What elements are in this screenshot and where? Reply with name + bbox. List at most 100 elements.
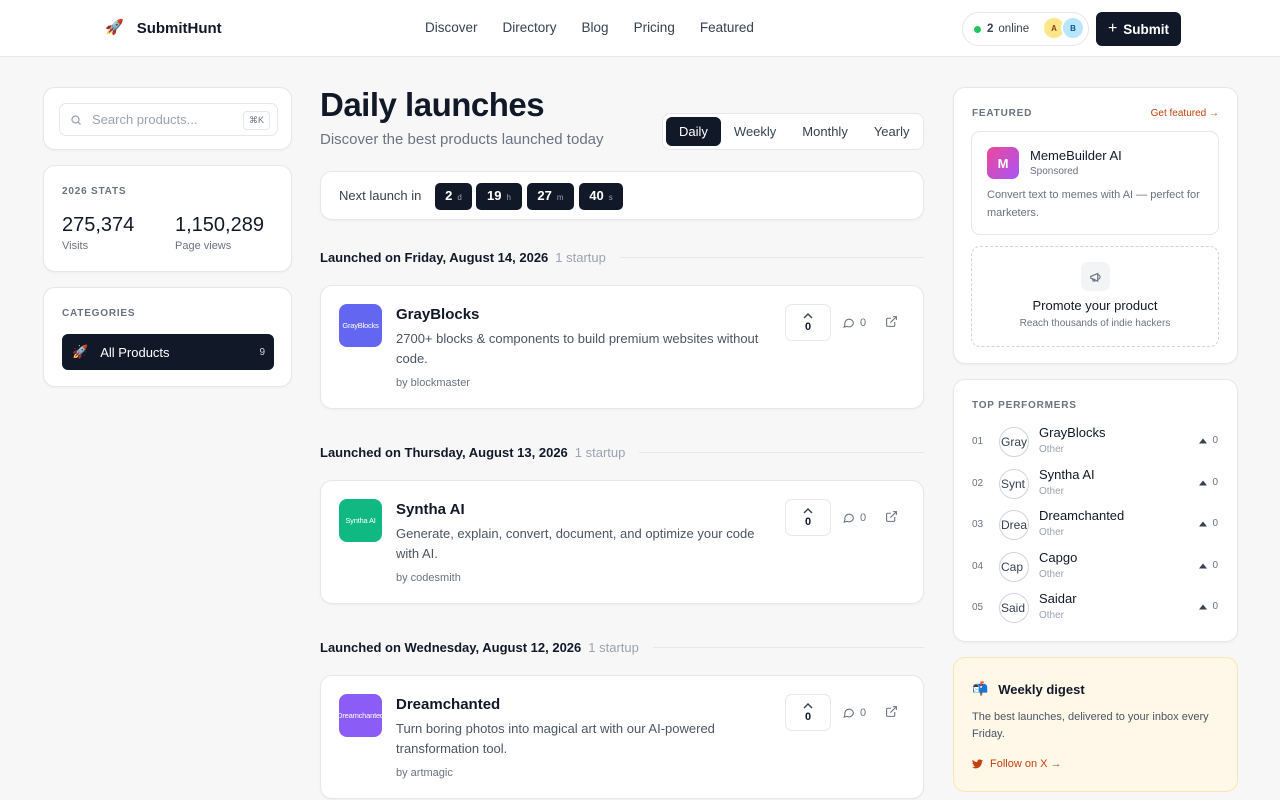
category-count: 9	[259, 346, 265, 358]
top-nav: 🚀 SubmitHunt Discover Directory Blog Pri…	[0, 0, 1280, 57]
rank: 01	[972, 436, 984, 447]
visits-label: Visits	[62, 240, 89, 252]
promote-product-box[interactable]: Promote your product Reach thousands of …	[971, 246, 1219, 347]
countdown-value: 2	[445, 188, 453, 203]
sponsored-name: MemeBuilder AI	[1030, 148, 1122, 163]
top-performer-row[interactable]: 05 Said Saidar Other 0	[972, 591, 1218, 623]
tab-daily[interactable]: Daily	[666, 117, 721, 146]
nav-link-pricing[interactable]: Pricing	[634, 20, 675, 35]
nav-link-discover[interactable]: Discover	[425, 20, 478, 35]
product-logo: Syntha AI	[339, 499, 382, 542]
page-title: Daily launches	[320, 86, 545, 123]
submit-button[interactable]: + Submit	[1096, 12, 1181, 46]
nav-links: Discover Directory Blog Pricing Featured	[425, 20, 754, 35]
tab-weekly[interactable]: Weekly	[721, 117, 789, 146]
vote-count: 0	[804, 321, 812, 333]
sponsored-product[interactable]: M MemeBuilder AI Sponsored Convert text …	[971, 131, 1219, 235]
performer-name: Syntha AI	[1039, 467, 1095, 482]
countdown-hours: 19 h	[476, 183, 522, 210]
top-performer-row[interactable]: 04 Cap Capgo Other 0	[972, 550, 1218, 582]
divider	[619, 257, 924, 258]
vote-count: 0	[1212, 560, 1218, 571]
categories-title: CATEGORIES	[62, 308, 136, 319]
comments-button[interactable]: 0	[842, 706, 866, 719]
rank: 05	[972, 602, 984, 613]
brand-logo[interactable]: 🚀 SubmitHunt	[105, 18, 222, 38]
day-heading-text: Launched on Wednesday, August 12, 2026	[320, 640, 582, 655]
external-link-button[interactable]	[885, 705, 898, 723]
upvote-button[interactable]: 0	[785, 499, 831, 536]
categories-card: CATEGORIES 🚀 All Products 9	[43, 287, 292, 387]
nav-link-directory[interactable]: Directory	[503, 20, 557, 35]
top-performers-title: TOP PERFORMERS	[972, 400, 1077, 411]
upvote-button[interactable]: 0	[785, 304, 831, 341]
performer-votes: 0	[1199, 518, 1218, 529]
performer-votes: 0	[1199, 435, 1218, 446]
sponsored-badge: Sponsored	[1030, 166, 1079, 177]
product-author[interactable]: by codesmith	[396, 572, 461, 584]
triangle-up-icon	[1199, 438, 1208, 443]
twitter-icon	[972, 759, 983, 769]
triangle-up-icon	[1199, 480, 1208, 485]
comment-count: 0	[860, 316, 867, 329]
comment-icon	[843, 318, 854, 328]
product-name[interactable]: GrayBlocks	[396, 306, 479, 323]
product-name[interactable]: Dreamchanted	[396, 696, 500, 713]
day-heading-text: Launched on Friday, August 14, 2026	[320, 250, 549, 265]
countdown-label: Next launch in	[339, 188, 422, 203]
megaphone-icon	[1081, 262, 1110, 291]
upvote-button[interactable]: 0	[785, 694, 831, 731]
day-startup-count: 1 startup	[555, 250, 606, 265]
tab-monthly[interactable]: Monthly	[789, 117, 861, 146]
comment-count: 0	[860, 511, 867, 524]
performer-category: Other	[1039, 610, 1065, 621]
avatar: B	[1061, 16, 1085, 40]
performer-name: Dreamchanted	[1039, 508, 1125, 523]
follow-on-x-link[interactable]: Follow on X →	[972, 758, 1062, 770]
comments-button[interactable]: 0	[842, 316, 866, 329]
rank: 04	[972, 561, 984, 572]
promote-subtitle: Reach thousands of indie hackers	[1019, 318, 1171, 329]
online-count: 2	[987, 23, 994, 35]
search-box[interactable]: ⌘K	[59, 103, 278, 136]
follow-label: Follow on X →	[990, 758, 1062, 770]
product-avatar: Gray	[999, 427, 1029, 457]
chevron-up-icon	[803, 703, 813, 709]
product-author[interactable]: by blockmaster	[396, 377, 470, 389]
vote-count: 0	[804, 711, 812, 723]
performer-name: Capgo	[1039, 550, 1078, 565]
search-input[interactable]	[92, 112, 242, 127]
vote-count: 0	[804, 516, 812, 528]
external-link-button[interactable]	[885, 510, 898, 528]
divider	[639, 452, 924, 453]
get-featured-link[interactable]: Get featured →	[1151, 108, 1219, 119]
stats-title: 2026 STATS	[62, 186, 127, 197]
top-performer-row[interactable]: 03 Drea Dreamchanted Other 0	[972, 508, 1218, 540]
triangle-up-icon	[1199, 563, 1208, 568]
product-card[interactable]: Syntha AI Syntha AI Generate, explain, c…	[320, 480, 924, 604]
external-link-button[interactable]	[885, 315, 898, 333]
product-card[interactable]: GrayBlocks GrayBlocks 2700+ blocks & com…	[320, 285, 924, 409]
product-description: Turn boring photos into magical art with…	[396, 721, 715, 756]
tab-yearly[interactable]: Yearly	[861, 117, 923, 146]
page-subtitle: Discover the best products launched toda…	[320, 131, 604, 148]
comment-icon	[843, 708, 854, 718]
rank: 03	[972, 519, 984, 530]
product-author[interactable]: by artmagic	[396, 767, 453, 779]
sponsored-description: Convert text to memes with AI — perfect …	[987, 189, 1200, 219]
nav-link-featured[interactable]: Featured	[700, 20, 754, 35]
chevron-up-icon	[803, 313, 813, 319]
nav-link-blog[interactable]: Blog	[582, 20, 609, 35]
category-all-products[interactable]: 🚀 All Products 9	[62, 334, 274, 370]
external-link-icon	[886, 706, 897, 717]
top-performer-row[interactable]: 02 Synt Syntha AI Other 0	[972, 467, 1218, 499]
performer-name: Saidar	[1039, 591, 1077, 606]
top-performer-row[interactable]: 01 Gray GrayBlocks Other 0	[972, 425, 1218, 457]
product-name[interactable]: Syntha AI	[396, 501, 465, 518]
comment-icon	[843, 513, 854, 523]
product-card[interactable]: Dreamchanted Dreamchanted Turn boring ph…	[320, 675, 924, 799]
featured-card: FEATURED Get featured → M MemeBuilder AI…	[953, 87, 1238, 364]
performer-votes: 0	[1199, 560, 1218, 571]
comments-button[interactable]: 0	[842, 511, 866, 524]
product-avatar: Said	[999, 593, 1029, 623]
